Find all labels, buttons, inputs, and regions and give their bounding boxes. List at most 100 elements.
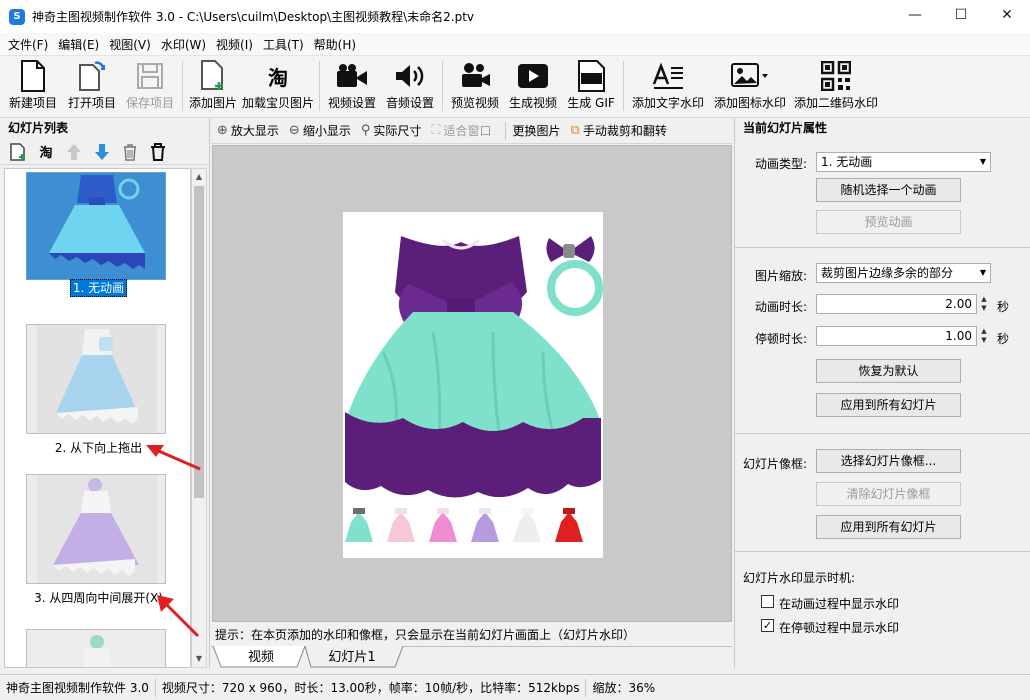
delete-slide-icon[interactable] [120,142,140,162]
apply-frame-all-button[interactable]: 应用到所有幻灯片 [816,515,961,539]
toolbar-separator [319,61,320,111]
magnifier-icon: ⚲ [360,123,371,138]
zoom-in-button[interactable]: ⊕ 放大显示 [217,122,285,139]
slide-list-toolbar: 淘 [0,139,209,165]
random-animation-button[interactable]: 随机选择一个动画 [816,178,961,202]
menu-video[interactable]: 视频(I) [212,36,257,53]
menu-file[interactable]: 文件(F) [4,36,52,53]
add-image-button[interactable]: 添加图片 [186,56,240,116]
audio-settings-button[interactable]: 音频设置 [381,56,439,116]
save-project-button[interactable]: 保存项目 [121,56,179,116]
menu-view[interactable]: 视图(V) [105,36,155,53]
menu-edit[interactable]: 编辑(E) [54,36,103,53]
red-arrow-annotation [157,595,200,638]
movie-camera-icon [459,60,491,92]
crop-icon: ⧉ [570,123,580,138]
scroll-down-arrow-icon[interactable]: ▼ [192,651,206,667]
pause-label: 停顿时长: [755,332,808,346]
menu-bar: 文件(F) 编辑(E) 视图(V) 水印(W) 视频(I) 工具(T) 帮助(H… [0,33,1030,56]
maximize-button[interactable]: ☐ [938,0,984,30]
slide-thumbnail [26,474,166,584]
choose-frame-button[interactable]: 选择幻灯片像框... [816,449,961,473]
generate-video-button[interactable]: 生成视频 [504,56,562,116]
add-slide-icon[interactable] [8,142,28,162]
add-text-watermark-button[interactable]: 添加文字水印 [627,56,709,116]
duration-input[interactable]: 2.00 [816,294,977,314]
image-watermark-icon [731,60,769,92]
slide-thumbnail [26,324,166,434]
slide-thumbnail [26,629,166,667]
hint-text: 提示：在本页添加的水印和像框，只会显示在当前幻灯片画面上（幻灯片水印） [211,624,732,646]
new-project-button[interactable]: 新建项目 [3,56,63,116]
load-taobao-button[interactable]: 淘 加载宝贝图片 [240,56,316,116]
toolbar-separator [623,61,624,111]
gif-file-icon [576,60,606,92]
add-image-icon [199,60,227,92]
taobao-icon[interactable]: 淘 [36,142,56,162]
close-button[interactable]: ✕ [984,0,1030,30]
status-zoom: 缩放：36% [592,680,656,695]
scale-label: 图片缩放: [755,269,808,283]
play-video-icon [517,60,549,92]
qrcode-icon [821,60,851,92]
video-camera-icon [336,60,368,92]
menu-tools[interactable]: 工具(T) [259,36,308,53]
new-file-icon [20,60,46,92]
move-up-arrow-icon[interactable] [64,142,84,162]
zoom-out-button[interactable]: ⊖ 缩小显示 [289,122,357,139]
minimize-button[interactable]: — [892,0,938,30]
seconds-unit: 秒 [997,300,1010,314]
preview-canvas[interactable] [212,145,732,622]
duration-label: 动画时长: [755,300,808,314]
show-watermark-during-pause-checkbox[interactable]: ✓ [761,619,774,632]
pause-spinner-icon[interactable]: ▲ ▼ [977,327,991,347]
scroll-up-arrow-icon[interactable]: ▲ [192,169,206,185]
divider [735,551,1030,552]
clear-frame-button[interactable]: 清除幻灯片像框 [816,482,961,506]
add-icon-watermark-button[interactable]: 添加图标水印 [709,56,791,116]
preview-animation-button[interactable]: 预览动画 [816,210,961,234]
chevron-down-icon: ▼ [979,157,986,166]
seconds-unit: 秒 [997,332,1010,346]
menu-help[interactable]: 帮助(H) [310,36,360,53]
actual-size-button[interactable]: ⚲ 实际尺寸 [361,122,428,139]
frame-label: 幻灯片像框: [743,457,808,471]
zoom-in-icon: ⊕ [217,123,228,138]
fit-window-button[interactable]: ⛶ 适合窗口 [431,122,497,139]
apply-all-slides-button[interactable]: 应用到所有幻灯片 [816,393,961,417]
delete-all-slides-icon[interactable] [148,142,168,162]
show-watermark-during-animation-checkbox[interactable] [761,595,774,608]
generate-gif-button[interactable]: 生成 GIF [562,56,620,116]
open-file-icon [77,60,107,92]
scale-select[interactable]: 裁剪图片边缘多余的部分 ▼ [816,263,991,283]
crop-flip-button[interactable]: ⧉ 手动裁剪和翻转 [571,122,673,139]
save-disk-icon [136,60,164,92]
speaker-icon [394,60,426,92]
slide-item-1[interactable]: 1. 无动画 [5,169,190,299]
divider [735,247,1030,248]
taobao-icon: 淘 [268,65,288,90]
zoom-out-icon: ⊖ [288,123,300,138]
menu-watermark[interactable]: 水印(W) [157,36,210,53]
tab-video[interactable]: 视频 [221,647,301,668]
watermark-timing-label: 幻灯片水印显示时机: [743,571,856,585]
open-project-button[interactable]: 打开项目 [63,56,121,116]
preview-video-button[interactable]: 预览视频 [446,56,504,116]
reset-default-button[interactable]: 恢复为默认 [816,359,961,383]
anim-type-select[interactable]: 1. 无动画 ▼ [816,152,991,172]
slide-image [343,212,603,558]
add-qrcode-watermark-button[interactable]: 添加二维码水印 [791,56,881,116]
anim-type-label: 动画类型: [755,157,808,171]
duration-spinner-icon[interactable]: ▲ ▼ [977,295,991,315]
status-video-info: 视频尺寸：720 x 960，时长：13.00秒，帧率：10帧/秒，比特率：51… [156,678,587,697]
bottom-tabs: 视频 幻灯片1 [211,646,732,668]
tab-slide1[interactable]: 幻灯片1 [311,647,393,668]
replace-image-button[interactable]: 更换图片 [513,122,567,139]
video-settings-button[interactable]: 视频设置 [323,56,381,116]
checkbox-label: 在动画过程中显示水印 [779,597,900,611]
window-title: 神奇主图视频制作软件 3.0 - C:\Users\cuilm\Desktop\… [32,10,475,24]
pause-input[interactable]: 1.00 [816,326,977,346]
properties-title: 当前幻灯片属性 [743,121,828,135]
move-down-arrow-icon[interactable] [92,142,112,162]
slide-list-title: 幻灯片列表 [8,121,69,135]
